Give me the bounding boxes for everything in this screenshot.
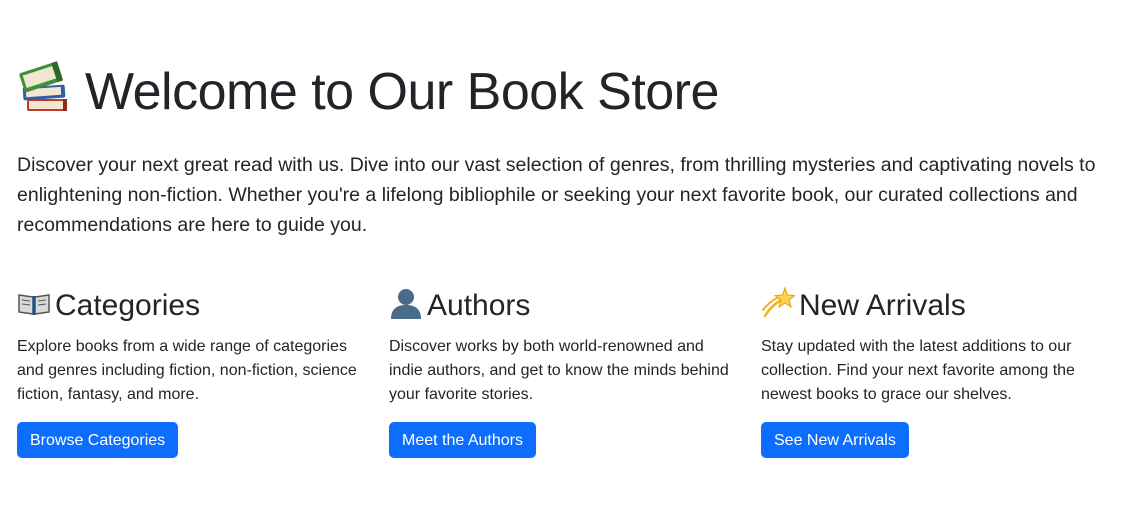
books-icon (17, 59, 75, 117)
feature-description: Explore books from a wide range of categ… (17, 338, 357, 403)
person-silhouette-icon (389, 286, 423, 320)
open-book-icon (17, 286, 51, 320)
meet-authors-button[interactable]: Meet the Authors (389, 422, 536, 458)
feature-heading: Categories (17, 286, 367, 326)
feature-heading: Authors (389, 286, 739, 326)
page-title: Welcome to Our Book Store (17, 58, 719, 126)
feature-categories: Categories Explore books from a wide ran… (17, 286, 367, 458)
feature-title: Authors (427, 289, 531, 322)
feature-description: Stay updated with the latest additions t… (761, 338, 1075, 403)
browse-categories-button[interactable]: Browse Categories (17, 422, 179, 458)
feature-title: New Arrivals (799, 289, 966, 322)
feature-title: Categories (55, 289, 201, 322)
dizzy-star-icon (761, 286, 797, 320)
feature-authors: Authors Discover works by both world-ren… (389, 286, 739, 458)
page-title-text: Welcome to Our Book Store (85, 63, 719, 121)
feature-description: Discover works by both world-renowned an… (389, 338, 729, 403)
intro-text: Discover your next great read with us. D… (17, 154, 1096, 236)
see-new-arrivals-button[interactable]: See New Arrivals (761, 422, 909, 458)
feature-new-arrivals: New Arrivals Stay updated with the lates… (761, 286, 1111, 458)
feature-heading: New Arrivals (761, 286, 1111, 326)
